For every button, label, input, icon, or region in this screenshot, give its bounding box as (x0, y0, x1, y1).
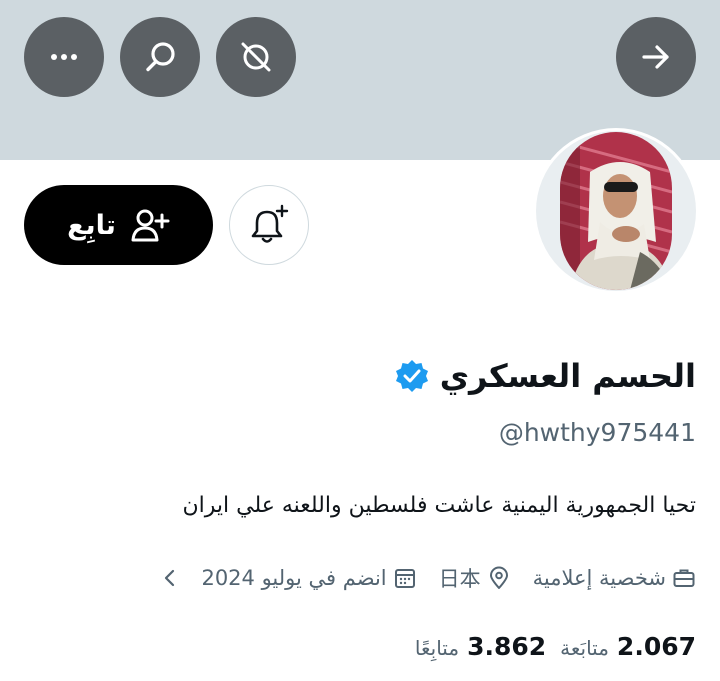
following-count: 2.067 (616, 632, 696, 661)
user-handle: @hwthy975441 (498, 418, 696, 447)
followers-label: متابِعًا (414, 636, 460, 660)
follow-label: تابِع (67, 209, 116, 241)
meta-expand-button[interactable] (161, 567, 179, 589)
mute-button[interactable] (216, 17, 296, 97)
add-user-icon (131, 209, 170, 242)
location-item: 日本 (439, 563, 511, 593)
forward-button[interactable] (616, 17, 696, 97)
followers-count: 3.862 (467, 632, 547, 661)
calendar-icon (394, 569, 415, 588)
profile-photo (560, 132, 672, 290)
following-stat[interactable]: 2.067 متابَعة (560, 632, 696, 661)
avatar[interactable] (533, 128, 699, 294)
more-button[interactable] (24, 17, 104, 97)
location-label: 日本 (438, 567, 481, 591)
profile-stats: 2.067 متابَعة 3.862 متابِعًا (415, 632, 696, 661)
followers-stat[interactable]: 3.862 متابِعًا (415, 632, 546, 661)
briefcase-icon (673, 569, 695, 587)
notifications-button[interactable] (229, 185, 309, 265)
more-horizontal-icon (51, 54, 77, 60)
display-name: الحسم العسكري (439, 357, 696, 395)
profile-meta: شخصية إعلامية 日本 انضم في يوليو 2024 (161, 563, 696, 593)
search-button[interactable] (120, 17, 200, 97)
chevron-left-icon (165, 569, 175, 587)
category-label: شخصية إعلامية (532, 566, 666, 590)
mute-icon (241, 42, 271, 72)
following-label: متابَعة (560, 636, 609, 660)
location-pin-icon (489, 566, 508, 589)
category-item: شخصية إعلامية (533, 566, 696, 590)
search-icon (146, 42, 175, 72)
arrow-right-icon (642, 45, 669, 69)
notification-bell-plus-icon (251, 204, 289, 243)
profile-bio: تحيا الجمهورية اليمنية عاشت فلسطين واللع… (182, 493, 696, 518)
verified-badge-icon (395, 360, 428, 392)
follow-button[interactable]: تابِع (24, 185, 213, 265)
name-row: الحسم العسكري (394, 357, 696, 395)
joined-label: انضم في يوليو 2024 (201, 566, 387, 590)
joined-item: انضم في يوليو 2024 (201, 566, 416, 590)
